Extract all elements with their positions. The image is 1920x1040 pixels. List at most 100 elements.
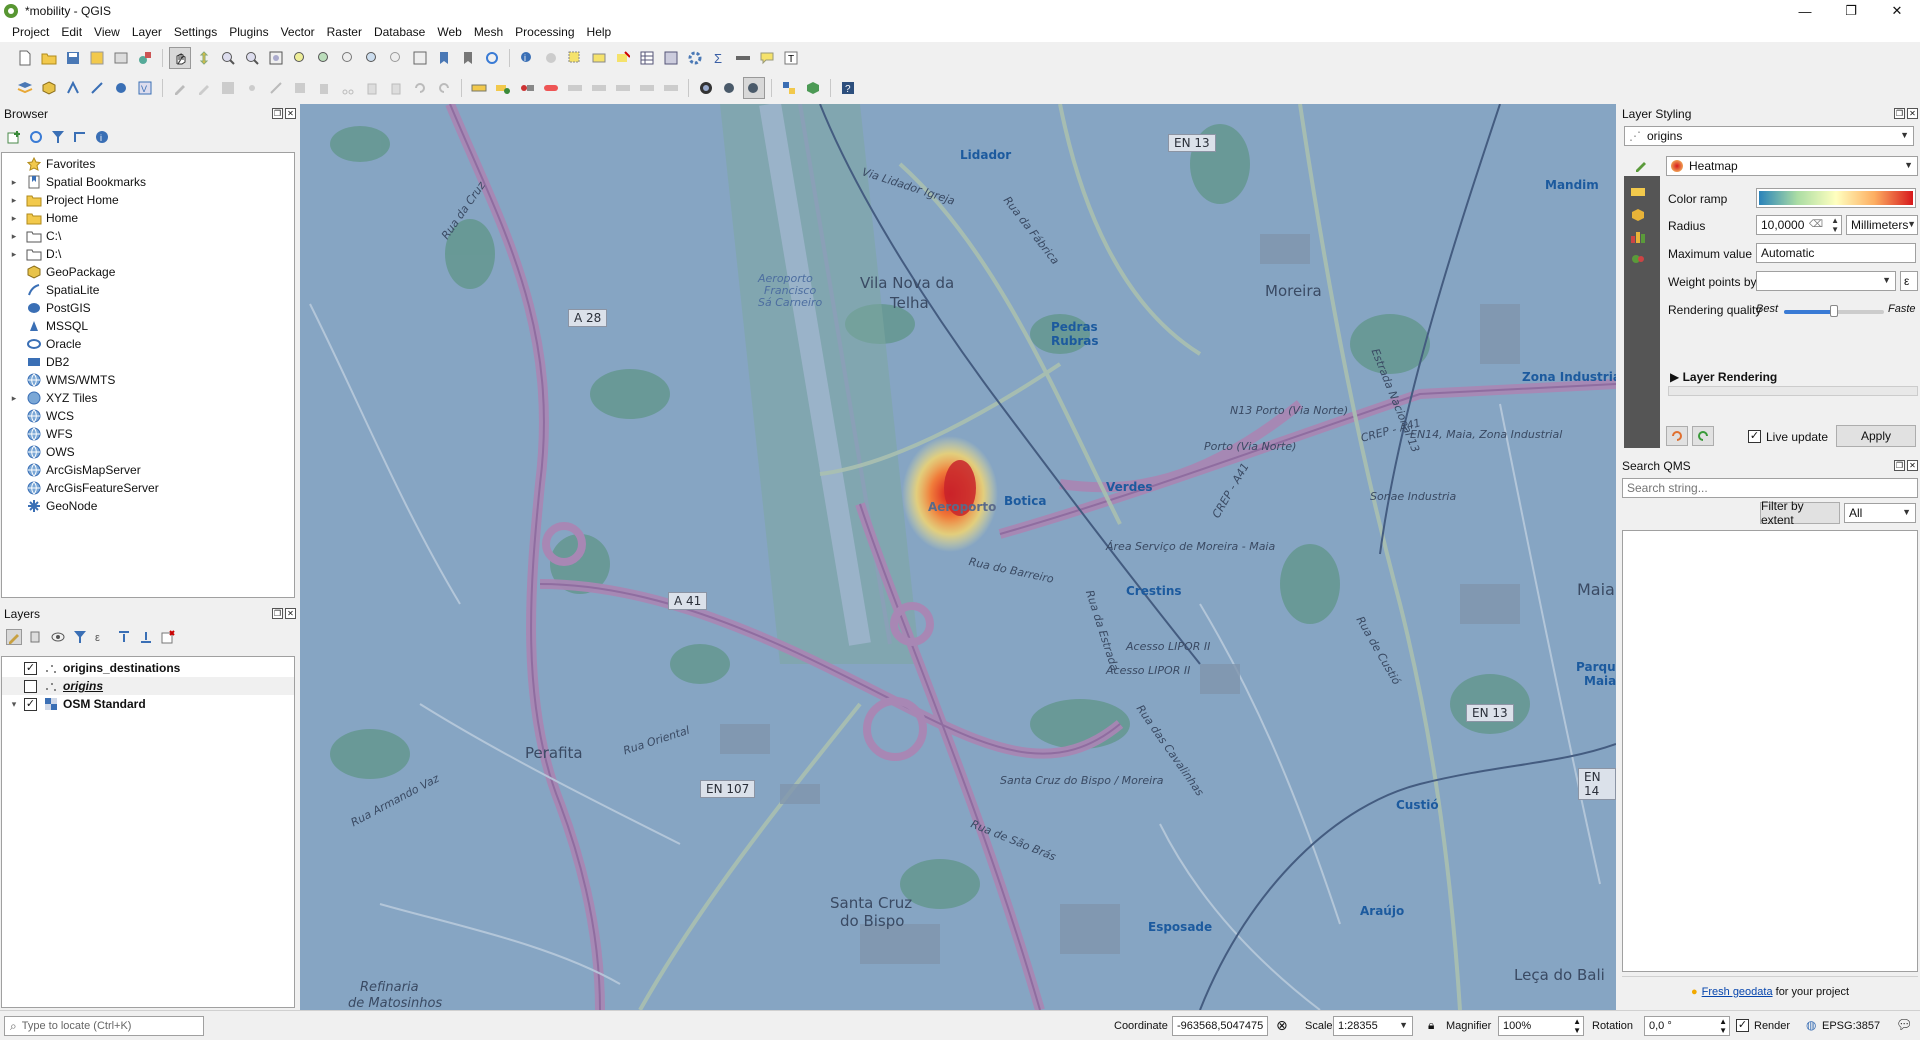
collapse-all-layers-icon[interactable] bbox=[138, 629, 154, 645]
zoom-native-icon[interactable] bbox=[337, 47, 359, 69]
delete-selected-icon[interactable] bbox=[313, 77, 335, 99]
cut-features-icon[interactable] bbox=[337, 77, 359, 99]
statistics-icon[interactable]: Σ bbox=[708, 47, 730, 69]
float-panel-button[interactable]: ❐ bbox=[1894, 108, 1905, 119]
float-panel-button[interactable]: ❐ bbox=[272, 608, 283, 619]
browser-item[interactable]: ▸ Spatial Bookmarks bbox=[2, 173, 294, 191]
filter-legend-icon[interactable] bbox=[72, 629, 88, 645]
print-layout-icon[interactable] bbox=[110, 47, 132, 69]
map-canvas[interactable]: Lidador Vila Nova da Telha Moreira Mandi… bbox=[300, 104, 1616, 1010]
zoom-layer-icon[interactable] bbox=[313, 47, 335, 69]
clear-icon[interactable]: ⌫ bbox=[1809, 219, 1823, 230]
coordinate-input[interactable]: -963568,5047475 bbox=[1172, 1016, 1268, 1036]
menu-web[interactable]: Web bbox=[431, 25, 467, 39]
select-value-icon[interactable] bbox=[588, 47, 610, 69]
measure-icon[interactable] bbox=[732, 47, 754, 69]
browser-item[interactable]: ArcGisMapServer bbox=[2, 461, 294, 479]
messages-icon[interactable]: 💬︎ bbox=[1896, 1017, 1913, 1033]
toggle-editing-icon[interactable] bbox=[193, 77, 215, 99]
properties-icon[interactable]: i bbox=[94, 129, 110, 145]
pin-labels-icon[interactable] bbox=[516, 77, 538, 99]
browser-item[interactable]: SpatiaLite bbox=[2, 281, 294, 299]
layer-labeling-icon[interactable] bbox=[492, 77, 514, 99]
expand-arrow-icon[interactable]: ▸ bbox=[8, 213, 20, 224]
layer-row-osm-standard[interactable]: ▾ ✓ OSM Standard bbox=[2, 695, 294, 713]
open-project-icon[interactable] bbox=[38, 47, 60, 69]
labels-tab-icon[interactable] bbox=[1630, 186, 1646, 201]
save-edits-icon[interactable] bbox=[217, 77, 239, 99]
attribute-table-icon[interactable] bbox=[636, 47, 658, 69]
menu-mesh[interactable]: Mesh bbox=[468, 25, 509, 39]
layer-visibility-checkbox[interactable] bbox=[24, 679, 37, 693]
toggle-extents-icon[interactable]: ⊗ bbox=[1276, 1017, 1288, 1034]
max-value-input[interactable]: Automatic bbox=[1756, 243, 1916, 263]
spin-arrows-icon[interactable]: ▲ ▼ bbox=[1573, 1017, 1581, 1035]
zoom-in-icon[interactable] bbox=[217, 47, 239, 69]
python-console-icon[interactable] bbox=[778, 77, 800, 99]
qms-filter-select[interactable]: All ▼ bbox=[1844, 503, 1916, 523]
live-update-checkbox[interactable]: ✓ bbox=[1748, 430, 1761, 443]
filter-expression-icon[interactable]: ε bbox=[94, 629, 110, 645]
new-project-icon[interactable] bbox=[14, 47, 36, 69]
help-icon[interactable]: ? bbox=[837, 77, 859, 99]
restore-button[interactable]: ❐ bbox=[1828, 0, 1874, 22]
expand-arrow-icon[interactable]: ▸ bbox=[8, 231, 20, 242]
fresh-geodata-link[interactable]: Fresh geodata bbox=[1702, 986, 1773, 998]
browser-item[interactable]: ArcGisFeatureServer bbox=[2, 479, 294, 497]
close-button[interactable]: ✕ bbox=[1874, 0, 1920, 22]
add-group-icon[interactable] bbox=[28, 629, 44, 645]
browser-item[interactable]: Favorites bbox=[2, 155, 294, 173]
diagrams-tab-icon[interactable] bbox=[1630, 230, 1646, 247]
show-hide-labels-icon[interactable] bbox=[636, 77, 658, 99]
zoom-last-icon[interactable] bbox=[361, 47, 383, 69]
renderer-select[interactable]: Heatmap ▼ bbox=[1666, 156, 1918, 176]
new-shapefile-icon[interactable] bbox=[62, 77, 84, 99]
new-geopackage-icon[interactable] bbox=[38, 77, 60, 99]
paste-features-icon[interactable] bbox=[385, 77, 407, 99]
redo-style-button[interactable] bbox=[1692, 426, 1714, 446]
menu-raster[interactable]: Raster bbox=[321, 25, 368, 39]
magnifier-spinbox[interactable]: 100% ▲ ▼ bbox=[1498, 1016, 1584, 1036]
run-action-icon[interactable] bbox=[540, 47, 562, 69]
current-edits-icon[interactable] bbox=[169, 77, 191, 99]
close-panel-button[interactable]: ✕ bbox=[1907, 108, 1918, 119]
spin-arrows-icon[interactable]: ▲ ▼ bbox=[1719, 1017, 1727, 1035]
apply-button[interactable]: Apply bbox=[1836, 425, 1916, 447]
copy-features-icon[interactable] bbox=[361, 77, 383, 99]
zoom-selection-icon[interactable] bbox=[289, 47, 311, 69]
label-tool-icon[interactable] bbox=[468, 77, 490, 99]
render-checkbox[interactable]: ✓ bbox=[1736, 1019, 1749, 1032]
color-ramp-button[interactable] bbox=[1756, 188, 1916, 208]
rotate-label-icon[interactable] bbox=[588, 77, 610, 99]
data-source-manager-icon[interactable] bbox=[14, 77, 36, 99]
style-manager-icon[interactable] bbox=[134, 47, 156, 69]
browser-item[interactable]: ▸ D:\ bbox=[2, 245, 294, 263]
radius-unit-select[interactable]: Millimeters ▼ bbox=[1846, 215, 1918, 235]
digitize-icon[interactable] bbox=[241, 77, 263, 99]
menu-processing[interactable]: Processing bbox=[509, 25, 580, 39]
menu-settings[interactable]: Settings bbox=[168, 25, 223, 39]
identify-icon[interactable]: i bbox=[516, 47, 538, 69]
show-unplaced-labels-icon[interactable] bbox=[660, 77, 682, 99]
layer-select[interactable]: ⋰ origins ▼ bbox=[1624, 126, 1914, 146]
crs-globe-icon[interactable]: ◍ bbox=[1806, 1018, 1816, 1032]
qms-panel-icon[interactable] bbox=[743, 77, 765, 99]
expand-arrow-icon[interactable]: ▾ bbox=[8, 699, 20, 710]
map-tips-icon[interactable] bbox=[756, 47, 778, 69]
menu-view[interactable]: View bbox=[88, 25, 126, 39]
menu-plugins[interactable]: Plugins bbox=[223, 25, 274, 39]
new-virtual-layer-icon[interactable]: V bbox=[134, 77, 156, 99]
refresh-icon[interactable] bbox=[481, 47, 503, 69]
locator-bar[interactable]: ⌕ Type to locate (Ctrl+K) bbox=[4, 1016, 204, 1036]
plugin-manager-icon[interactable] bbox=[802, 77, 824, 99]
spin-arrows-icon[interactable]: ▲ ▼ bbox=[1831, 216, 1839, 234]
save-project-icon[interactable] bbox=[62, 47, 84, 69]
collapse-all-icon[interactable] bbox=[72, 129, 88, 145]
expand-arrow-icon[interactable]: ▸ bbox=[8, 393, 20, 404]
undo-style-button[interactable] bbox=[1666, 426, 1688, 446]
menu-layer[interactable]: Layer bbox=[126, 25, 168, 39]
menu-database[interactable]: Database bbox=[368, 25, 431, 39]
zoom-next-icon[interactable] bbox=[385, 47, 407, 69]
manage-themes-icon[interactable] bbox=[50, 629, 66, 645]
move-label-icon[interactable] bbox=[564, 77, 586, 99]
